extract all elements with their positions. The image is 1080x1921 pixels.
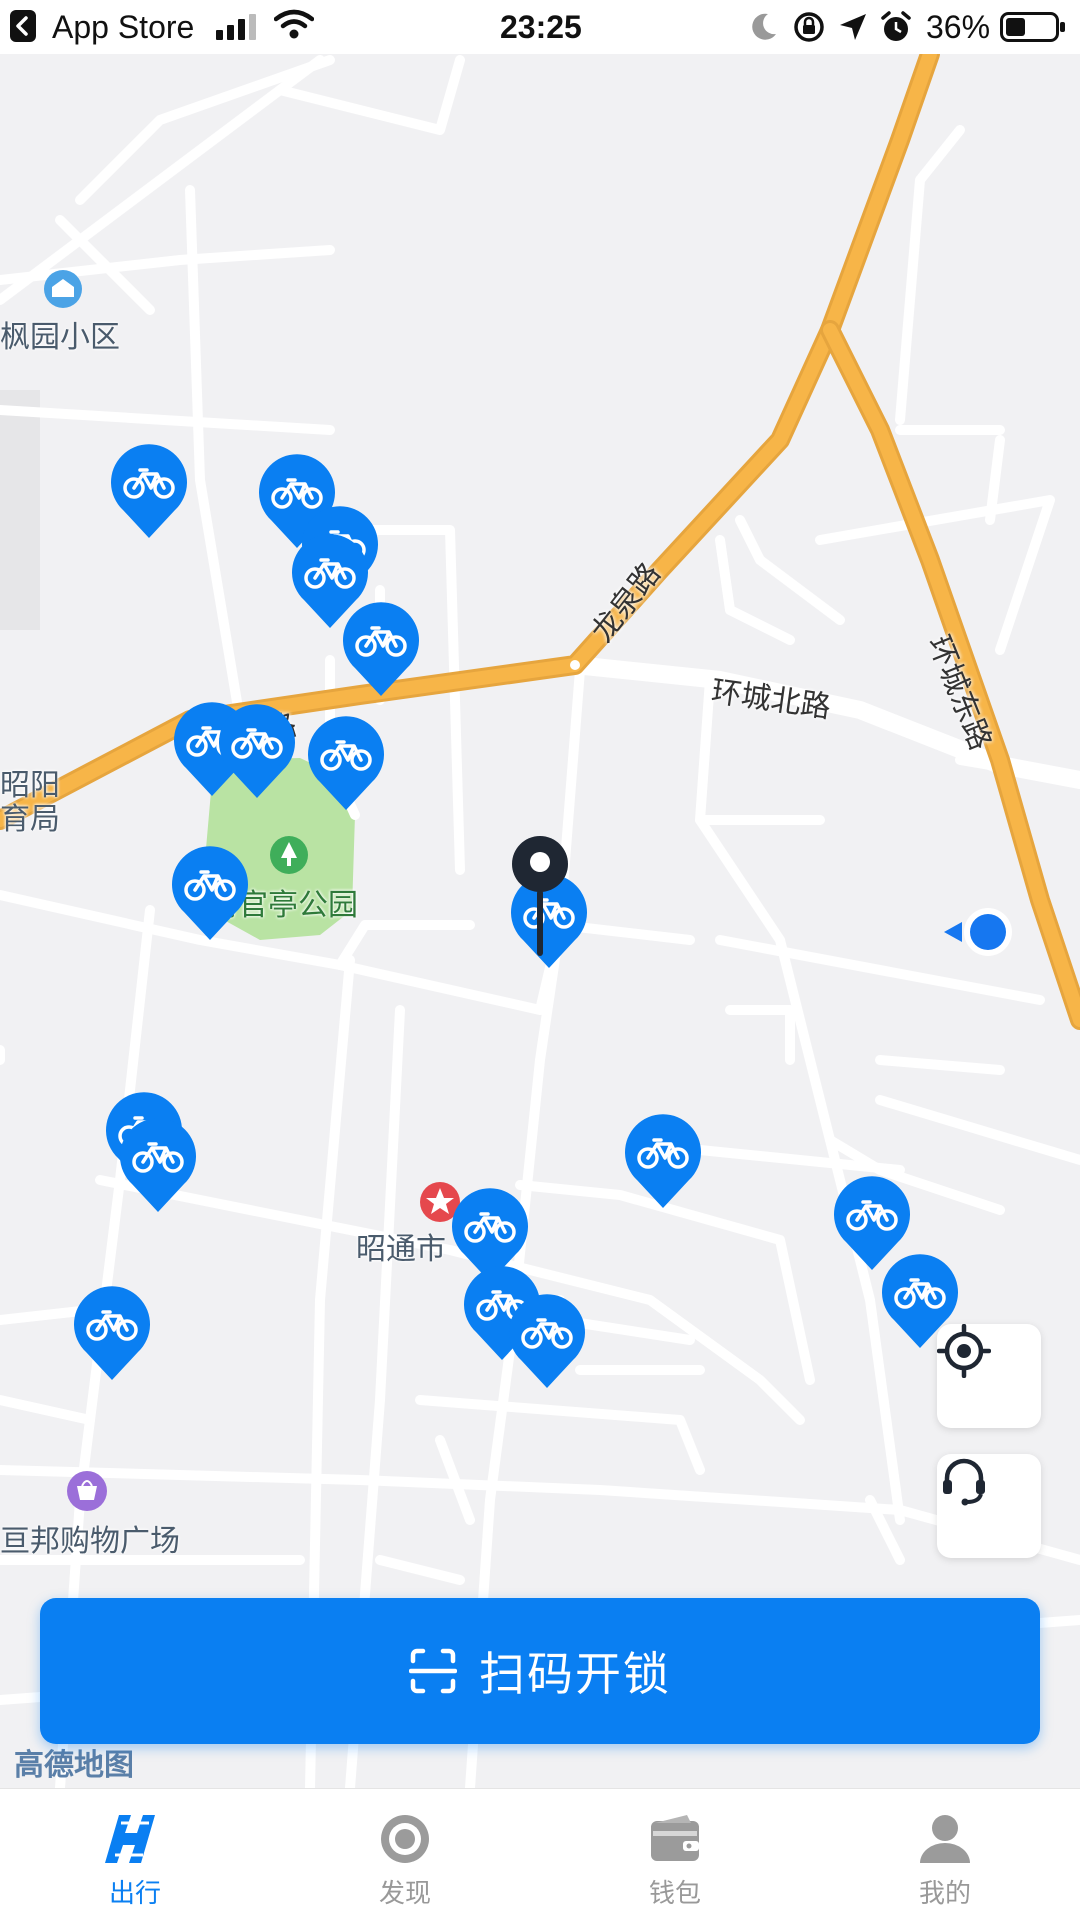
- status-time: 23:25: [500, 9, 582, 45]
- battery-icon: [1000, 12, 1065, 42]
- tab-discover-label: 发现: [378, 1879, 431, 1909]
- bike-marker[interactable]: [168, 846, 252, 942]
- battery-percent: 36%: [926, 9, 991, 45]
- headset-icon: [943, 1458, 985, 1506]
- place-label-city: 昭通市: [356, 1232, 446, 1267]
- tab-wallet[interactable]: 钱包: [540, 1789, 810, 1921]
- bike-marker[interactable]: [505, 1294, 589, 1390]
- ride-icon: [105, 1815, 155, 1863]
- tab-ride-label: 出行: [108, 1879, 161, 1909]
- map-view[interactable]: 枫园小区 昭阳 育局 清官亭公园 昭通市 亘邦购物广场 龙泉路 环城北路 环城北…: [0, 54, 1080, 1788]
- customer-service-button[interactable]: [937, 1454, 1041, 1558]
- signal-icon: [216, 14, 256, 40]
- place-label-fengyuan: 枫园小区: [0, 320, 120, 355]
- rotation-lock-icon: [794, 12, 824, 42]
- location-arrow-icon: [840, 14, 866, 40]
- park-poi-icon: [270, 836, 308, 874]
- back-arrow-icon[interactable]: [10, 10, 36, 42]
- bike-marker[interactable]: [70, 1286, 154, 1382]
- bike-marker[interactable]: [621, 1114, 705, 1210]
- user-location-icon: [944, 908, 1012, 956]
- scan-unlock-button[interactable]: 扫码开锁: [40, 1598, 1040, 1744]
- residential-poi-icon: [44, 270, 82, 308]
- locate-button[interactable]: [937, 1324, 1041, 1428]
- scan-unlock-label: 扫码开锁: [479, 1647, 671, 1701]
- crosshair-icon: [937, 1324, 991, 1378]
- place-label-mall: 亘邦购物广场: [0, 1524, 180, 1559]
- tab-discover[interactable]: 发现: [270, 1789, 540, 1921]
- wifi-icon: [274, 9, 314, 39]
- tab-profile-label: 我的: [918, 1879, 971, 1909]
- back-app-label[interactable]: App Store: [52, 6, 194, 48]
- discover-icon: [381, 1815, 429, 1863]
- bike-marker[interactable]: [339, 602, 423, 698]
- wallet-icon: [651, 1815, 699, 1861]
- location-pin-icon: [512, 836, 568, 956]
- tab-wallet-label: 钱包: [648, 1879, 701, 1909]
- shopping-poi-icon: [67, 1471, 107, 1511]
- bike-marker[interactable]: [107, 444, 191, 540]
- profile-icon: [920, 1815, 970, 1863]
- bike-marker[interactable]: [304, 716, 388, 812]
- bike-marker[interactable]: [215, 704, 299, 800]
- moon-icon: [752, 13, 776, 40]
- place-label-yuju: 育局: [0, 802, 60, 837]
- bottom-tab-bar: 出行 发现 钱包 我的: [0, 1788, 1080, 1921]
- bike-marker[interactable]: [116, 1118, 200, 1214]
- status-bar: App Store 23:25 36%: [0, 0, 1080, 54]
- scan-icon: [409, 1648, 457, 1694]
- tab-profile[interactable]: 我的: [810, 1789, 1080, 1921]
- tab-ride[interactable]: 出行: [0, 1789, 270, 1921]
- alarm-icon: [881, 11, 911, 41]
- map-attribution: 高德地图: [14, 1748, 134, 1783]
